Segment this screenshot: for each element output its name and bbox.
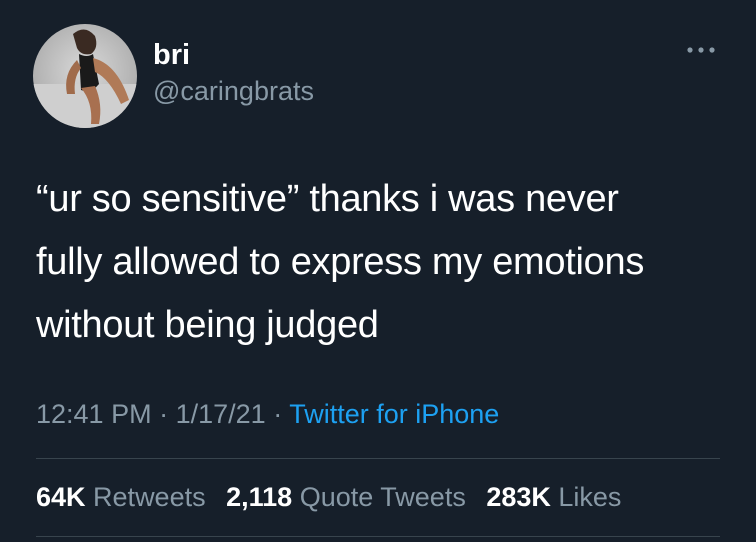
tweet-text-line: fully allowed to express my emotions — [36, 241, 645, 283]
engagement-stats: 64K Retweets 2,118 Quote Tweets 283K Lik… — [36, 480, 634, 514]
likes-count: 283K — [486, 482, 551, 512]
more-options-icon[interactable] — [684, 42, 720, 58]
tweet-time[interactable]: 12:41 PM — [36, 399, 152, 429]
likes-label: Likes — [558, 482, 622, 512]
profile-photo-icon — [33, 24, 137, 128]
retweets-label: Retweets — [93, 482, 206, 512]
meta-separator: · — [159, 399, 169, 429]
display-name[interactable]: bri — [153, 38, 190, 72]
tweet-metadata: 12:41 PM · 1/17/21 · Twitter for iPhone — [36, 397, 499, 431]
quote-tweets-label: Quote Tweets — [299, 482, 466, 512]
meta-separator: · — [273, 399, 283, 429]
tweet-source-link[interactable]: Twitter for iPhone — [289, 399, 499, 429]
divider — [36, 536, 720, 537]
divider — [36, 458, 720, 459]
avatar[interactable] — [33, 24, 137, 128]
likes-stat[interactable]: 283K Likes — [486, 482, 621, 512]
tweet-text-line: without being judged — [36, 304, 379, 346]
user-handle[interactable]: @caringbrats — [153, 75, 314, 107]
quote-tweets-count: 2,118 — [226, 482, 293, 512]
tweet-text-line: “ur so sensitive” thanks i was never — [36, 178, 619, 220]
tweet-text: “ur so sensitive” thanks i was never ful… — [36, 168, 736, 357]
quote-tweets-stat[interactable]: 2,118 Quote Tweets — [226, 482, 473, 512]
retweets-count: 64K — [36, 482, 86, 512]
tweet-date[interactable]: 1/17/21 — [176, 399, 266, 429]
tweet-card: bri @caringbrats “ur so sensitive” thank… — [0, 0, 756, 542]
retweets-stat[interactable]: 64K Retweets — [36, 482, 213, 512]
